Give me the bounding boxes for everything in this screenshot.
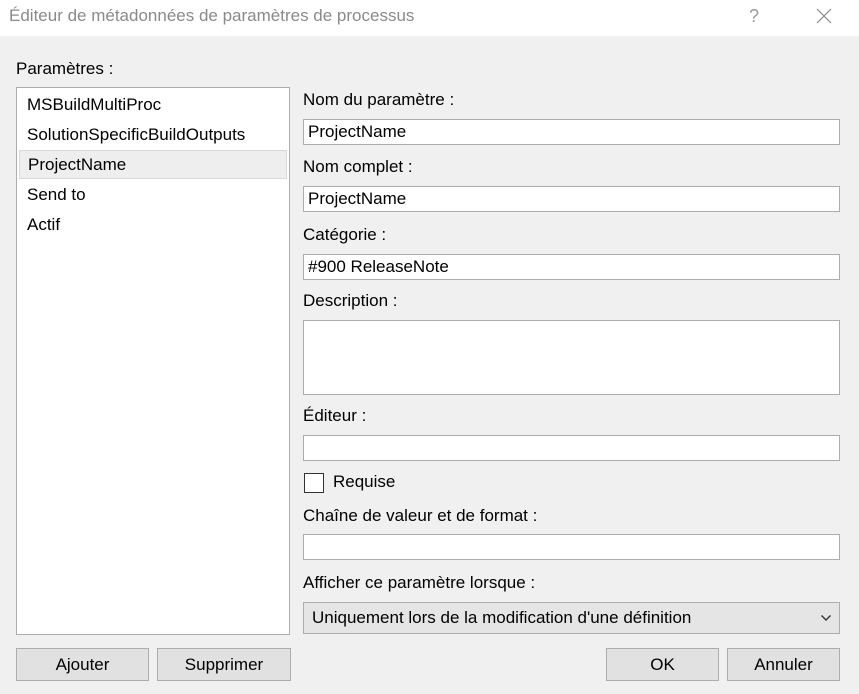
category-field[interactable]: #900 ReleaseNote — [303, 254, 840, 280]
close-icon — [816, 8, 832, 24]
remove-button[interactable]: Supprimer — [157, 648, 291, 681]
display-condition-label: Afficher ce paramètre lorsque : — [303, 573, 536, 592]
list-item-actif[interactable]: Actif — [19, 211, 287, 240]
cancel-button[interactable]: Annuler — [727, 648, 840, 681]
list-item-projectname[interactable]: ProjectName — [19, 150, 287, 179]
list-item-solutionspecificbuildoutputs[interactable]: SolutionSpecificBuildOutputs — [19, 121, 287, 150]
close-button[interactable] — [807, 0, 841, 32]
category-label: Catégorie : — [303, 225, 387, 244]
format-label: Chaîne de valeur et de format : — [303, 506, 538, 525]
window-title: Éditeur de métadonnées de paramètres de … — [9, 6, 415, 25]
add-button[interactable]: Ajouter — [16, 648, 149, 681]
editor-field[interactable] — [303, 435, 840, 461]
display-condition-value: Uniquement lors de la modification d'une… — [312, 608, 692, 627]
display-condition-select[interactable]: Uniquement lors de la modification d'une… — [303, 602, 840, 634]
required-checkbox[interactable] — [304, 473, 324, 493]
ok-button[interactable]: OK — [606, 648, 719, 681]
description-label: Description : — [303, 291, 398, 310]
name-field[interactable]: ProjectName — [303, 119, 840, 145]
parameters-list[interactable]: MSBuildMultiProc SolutionSpecificBuildOu… — [16, 87, 290, 635]
name-label: Nom du paramètre : — [303, 90, 455, 109]
list-item-send-to[interactable]: Send to — [19, 181, 287, 210]
description-field[interactable] — [303, 320, 840, 395]
chevron-down-icon — [820, 603, 832, 633]
editor-label: Éditeur : — [303, 406, 367, 425]
fullname-field[interactable]: ProjectName — [303, 186, 840, 212]
format-field[interactable] — [303, 534, 840, 560]
required-label: Requise — [333, 472, 396, 491]
list-item-msbuildmultiproc[interactable]: MSBuildMultiProc — [19, 91, 287, 120]
fullname-label: Nom complet : — [303, 157, 413, 176]
parameters-list-label: Paramètres : — [16, 59, 114, 78]
title-bar: Éditeur de métadonnées de paramètres de … — [0, 0, 859, 36]
help-button[interactable]: ? — [737, 0, 771, 32]
